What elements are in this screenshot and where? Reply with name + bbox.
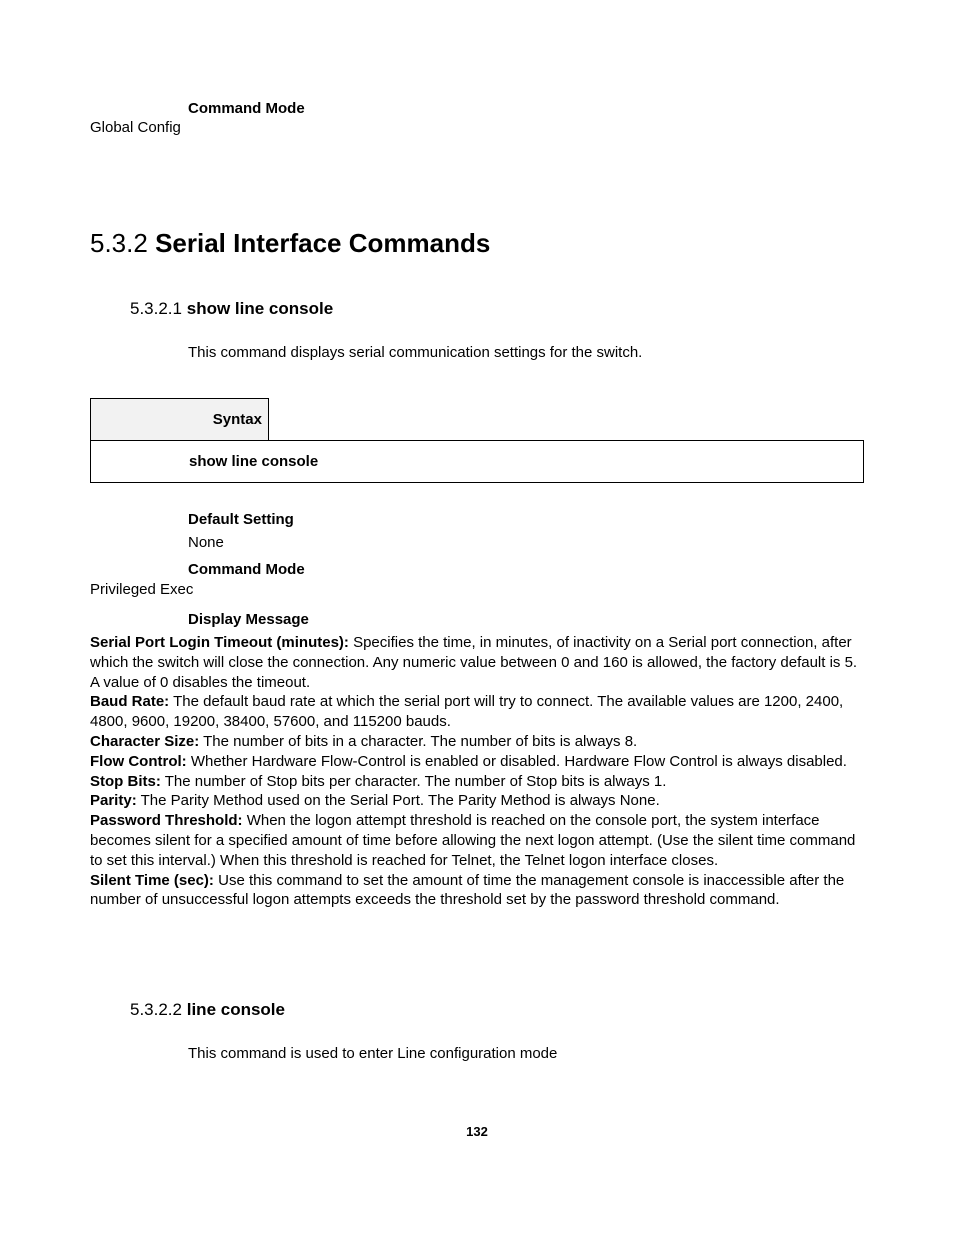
default-setting-value: None: [188, 534, 864, 551]
command-mode-value: Privileged Exec: [90, 580, 864, 600]
page-content: Command Mode Global Config 5.3.2 Serial …: [0, 0, 954, 1199]
page-number: 132: [90, 1124, 864, 1139]
display-item-flow-control: Flow Control: Whether Hardware Flow-Cont…: [90, 752, 864, 772]
subsection-2-intro: This command is used to enter Line confi…: [188, 1044, 864, 1064]
subsection-1-heading: 5.3.2.1 show line console: [130, 299, 864, 319]
subsection-2-title: line console: [187, 1000, 285, 1019]
command-mode-label: Command Mode: [188, 561, 864, 578]
display-item-serial-port: Serial Port Login Timeout (minutes): Spe…: [90, 633, 864, 692]
display-message-label: Display Message: [188, 611, 309, 628]
subsection-2-heading: 5.3.2.2 line console: [130, 1000, 864, 1020]
syntax-table: Syntax show line console: [90, 398, 864, 483]
command-mode-heading: Command Mode: [188, 100, 305, 117]
display-item-stop-bits: Stop Bits: The number of Stop bits per c…: [90, 772, 864, 792]
section-number: 5.3.2: [90, 228, 148, 258]
top-command-mode-label: Command Mode: [188, 100, 864, 118]
display-item-character-size: Character Size: The number of bits in a …: [90, 732, 864, 752]
display-item-password-threshold: Password Threshold: When the logon attem…: [90, 811, 864, 870]
display-item-parity: Parity: The Parity Method used on the Se…: [90, 791, 864, 811]
syntax-spacer-cell: [269, 399, 864, 441]
default-setting-block: Default Setting None Command Mode: [188, 511, 864, 578]
section-title: Serial Interface Commands: [155, 228, 490, 258]
display-item-silent-time: Silent Time (sec): Use this command to s…: [90, 871, 864, 911]
subsection-1-title: show line console: [187, 299, 333, 318]
subsection-1-number: 5.3.2.1: [130, 299, 182, 318]
display-message-label-wrap: Display Message: [188, 610, 864, 630]
subsection-1-intro: This command displays serial communicati…: [188, 343, 864, 363]
default-setting-label: Default Setting: [188, 511, 864, 528]
top-command-mode-value: Global Config: [90, 118, 864, 138]
display-message-body: Serial Port Login Timeout (minutes): Spe…: [90, 633, 864, 910]
subsection-2-number: 5.3.2.2: [130, 1000, 182, 1019]
syntax-body-cell: show line console: [91, 441, 864, 483]
syntax-label-cell: Syntax: [91, 399, 269, 441]
section-heading: 5.3.2 Serial Interface Commands: [90, 228, 864, 259]
display-item-baud-rate: Baud Rate: The default baud rate at whic…: [90, 692, 864, 732]
